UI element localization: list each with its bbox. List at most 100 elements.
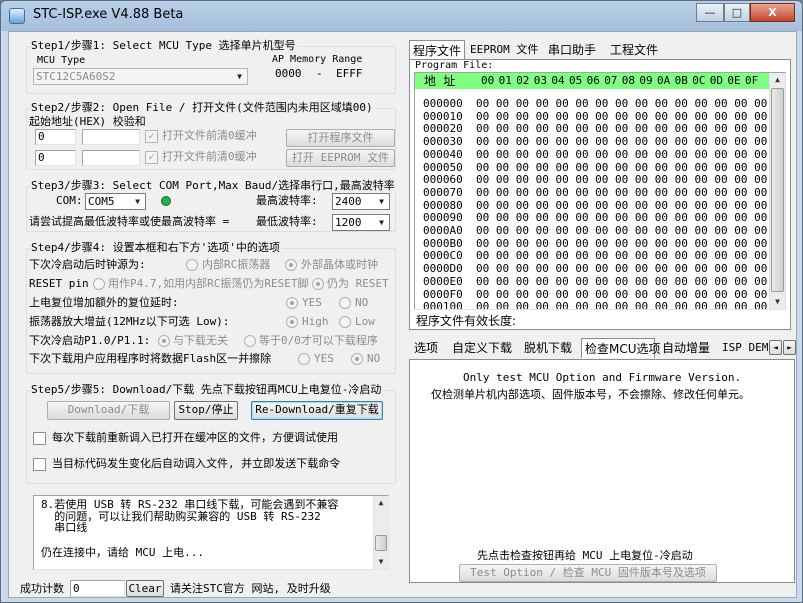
- tab-serial-assistant[interactable]: 串口助手: [545, 40, 605, 60]
- hex-column-header: 06: [586, 74, 600, 87]
- clock-internal-rc-label: 内部RC振荡器: [202, 258, 271, 271]
- gain-low-radio[interactable]: [339, 316, 351, 328]
- clock-source-label: 下次冷启动后时钟源为:: [29, 258, 146, 271]
- open-program-file-button[interactable]: 打开程序文件: [286, 129, 395, 147]
- hex-header-row: 地 址 00 01 02 03 04 05 06 07 08 09 0A 0B 0C 0D 0E 0F: [415, 73, 769, 89]
- step4-title: Step4/步骤4: 设置本框和右下方'选项'中的选项: [31, 241, 282, 255]
- tab-auto-increment[interactable]: 自动增量: [659, 338, 715, 358]
- stop-button[interactable]: Stop/停止: [174, 401, 238, 420]
- log-scrollbar-thumb[interactable]: [375, 535, 387, 551]
- hex-viewer[interactable]: 地 址 00 01 02 03 04 05 06 07 08 09 0A 0B 0C 0D 0E 0F 000…: [414, 72, 786, 310]
- reset-delay-label: 上电复位增加额外的复位延时:: [29, 296, 179, 309]
- scroll-up-icon[interactable]: ▲: [770, 73, 785, 87]
- tab-check-mcu-option[interactable]: 检查MCU选项: [581, 338, 661, 358]
- chevron-down-icon: ▼: [135, 197, 140, 206]
- com-port-select[interactable]: COM5 ▼: [85, 193, 146, 210]
- clear-buffer-checkbox-1[interactable]: ✓: [145, 130, 158, 143]
- clock-internal-rc-radio[interactable]: [186, 259, 198, 271]
- close-button[interactable]: X: [750, 3, 795, 22]
- hex-column-header: 00: [481, 74, 495, 87]
- log-line-3: 串口线: [41, 521, 88, 534]
- tab-options[interactable]: 选项: [411, 338, 443, 358]
- max-baud-select[interactable]: 2400 ▼: [332, 193, 390, 210]
- p10-zero-radio[interactable]: [244, 335, 256, 347]
- max-baud-value: 2400: [335, 195, 362, 208]
- min-baud-value: 1200: [335, 216, 362, 229]
- erase-flash-no-radio[interactable]: [351, 353, 363, 365]
- reset-delay-no-label: NO: [355, 296, 369, 309]
- hex-scrollbar[interactable]: ▲ ▼: [769, 73, 785, 309]
- baud-hint-label: 请尝试提高最低波特率或使最高波特率 =: [29, 215, 230, 228]
- test-option-button[interactable]: Test Option / 检查 MCU 固件版本号及选项: [459, 564, 717, 582]
- gain-low-label: Low: [355, 315, 375, 328]
- hex-row: 0000D0 00 00 00 00 00 00 00 00 00 00 00 …: [423, 262, 786, 276]
- log-line-1: 8.若使用 USB 转 RS-232 串口线下载，可能会遇到不兼容: [41, 498, 339, 511]
- reset-pin-label: RESET pin: [29, 277, 89, 290]
- clear-buffer-label-1: 打开文件前清0缓冲: [162, 129, 257, 142]
- com-port-value: COM5: [88, 195, 115, 208]
- tab-offline-download[interactable]: 脱机下载: [521, 338, 577, 358]
- erase-flash-no-label: NO: [367, 352, 381, 365]
- open-eeprom-file-button[interactable]: 打开 EEPROM 文件: [286, 149, 395, 167]
- reset-pin-reset-radio[interactable]: [312, 278, 324, 290]
- ap-range-dash: -: [316, 67, 323, 80]
- clear-count-button[interactable]: Clear: [126, 580, 164, 597]
- tab-eeprom-file[interactable]: EEPROM 文件: [467, 40, 543, 60]
- title-bar: STC-ISP.exe V4.88 Beta — □ X: [1, 1, 802, 31]
- reload-before-download-checkbox[interactable]: [33, 432, 46, 445]
- hex-column-header: 09: [639, 74, 653, 87]
- tab-project-file[interactable]: 工程文件: [607, 40, 667, 60]
- step2-title: Step2/步骤2: Open File / 打开文件(文件范围内未用区域填00…: [31, 101, 375, 115]
- connection-status-led: [161, 196, 171, 206]
- tab-custom-download[interactable]: 自定义下载: [449, 338, 515, 358]
- hex-scrollbar-thumb[interactable]: [771, 88, 784, 292]
- log-output[interactable]: 8.若使用 USB 转 RS-232 串口线下载，可能会遇到不兼容 的问题，可以…: [33, 495, 389, 570]
- log-line-4: 仍在连接中，请给 MCU 上电...: [41, 546, 204, 559]
- erase-flash-yes-radio[interactable]: [298, 353, 310, 365]
- file-tabs: 程序文件 EEPROM 文件 串口助手 工程文件: [409, 40, 791, 60]
- download-button[interactable]: Download/下载: [47, 401, 170, 420]
- clear-buffer-label-2: 打开文件前清0缓冲: [162, 150, 257, 163]
- max-baud-label: 最高波特率:: [256, 194, 318, 207]
- hex-column-header: 03: [533, 74, 548, 87]
- reset-delay-no-radio[interactable]: [339, 297, 351, 309]
- scroll-down-icon[interactable]: ▼: [770, 295, 785, 309]
- clock-external-crystal-radio[interactable]: [285, 259, 297, 271]
- hex-column-header: 04: [551, 74, 565, 87]
- log-scrollbar[interactable]: ▲ ▼: [373, 496, 388, 569]
- gain-high-radio[interactable]: [286, 316, 298, 328]
- minimize-button[interactable]: —: [696, 3, 724, 22]
- hex-row: 000040 00 00 00 00 00 00 00 00 00 00 00 …: [423, 147, 786, 161]
- tab-program-file[interactable]: 程序文件: [409, 40, 465, 60]
- reset-pin-p47-radio[interactable]: [93, 278, 105, 290]
- ap-start-value: 0000: [275, 67, 302, 80]
- checksum-field-2: [82, 150, 140, 166]
- scroll-down-icon[interactable]: ▼: [374, 555, 388, 569]
- reset-delay-yes-radio[interactable]: [286, 297, 298, 309]
- ap-memory-range-label: AP Memory Range: [272, 54, 363, 65]
- scroll-up-icon[interactable]: ▲: [374, 496, 388, 510]
- redownload-button[interactable]: Re-Download/重复下载: [251, 401, 383, 420]
- tab-scroll-right-icon[interactable]: ►: [783, 340, 796, 355]
- hex-row: 000000 00 00 00 00 00 00 00 00 00 00 00 …: [423, 97, 786, 110]
- reset-delay-yes-label: YES: [302, 296, 322, 309]
- hex-column-header: 0D: [709, 74, 724, 87]
- min-baud-select[interactable]: 1200 ▼: [332, 214, 390, 231]
- step5-title: Step5/步骤5: Download/下载 先点下载按钮再MCU上电复位-冷启…: [31, 383, 384, 397]
- start-address-input-2[interactable]: 0: [35, 150, 76, 166]
- start-address-input-1[interactable]: 0: [35, 129, 76, 145]
- hex-row: 000030 00 00 00 00 00 00 00 00 00 00 00 …: [423, 135, 786, 149]
- auto-reload-checkbox[interactable]: [33, 458, 46, 471]
- hex-column-header: 02: [516, 74, 530, 87]
- hex-column-header: 0C: [692, 74, 706, 87]
- program-file-label: Program File:: [415, 60, 494, 71]
- p10-independent-radio[interactable]: [158, 335, 170, 347]
- clear-buffer-checkbox-2[interactable]: ✓: [145, 151, 158, 164]
- hex-column-header: 0F: [745, 74, 759, 87]
- maximize-button[interactable]: □: [724, 3, 750, 22]
- hex-column-header: 07: [604, 74, 618, 87]
- p10-p11-label: 下次冷启动P1.0/P1.1:: [29, 334, 151, 347]
- tab-scroll-left-icon[interactable]: ◄: [769, 340, 782, 355]
- hex-data-rows: 000000 00 00 00 00 00 00 00 00 00 00 00 …: [423, 97, 786, 309]
- mcu-type-select[interactable]: STC12C5A60S2 ▼: [33, 68, 248, 85]
